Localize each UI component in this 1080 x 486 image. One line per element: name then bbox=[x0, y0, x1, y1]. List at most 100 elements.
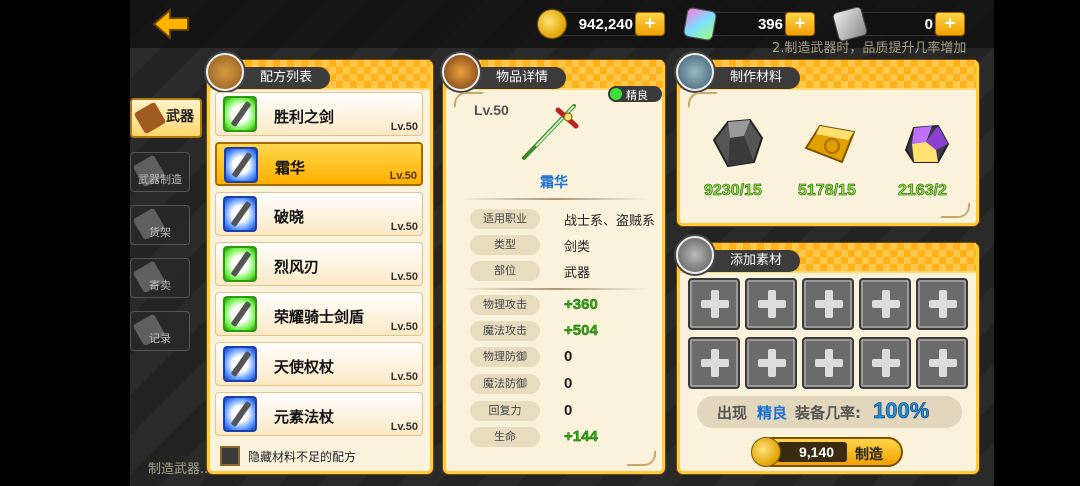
recipe-level: Lv.50 bbox=[390, 321, 418, 333]
corner-flourish bbox=[688, 92, 718, 108]
info-label: 部位 bbox=[470, 261, 540, 281]
add-ticket-button[interactable]: + bbox=[935, 12, 965, 36]
stat-value: +504 bbox=[564, 322, 598, 339]
separator bbox=[460, 288, 650, 290]
recipe-item[interactable]: 天使权杖 Lv.50 bbox=[215, 342, 423, 386]
stat-row: 魔法攻击 +504 bbox=[452, 320, 657, 342]
recipe-level: Lv.50 bbox=[390, 221, 418, 233]
ore-icon bbox=[712, 118, 764, 168]
back-arrow-icon bbox=[152, 7, 189, 41]
crossed-swords-icon bbox=[206, 53, 244, 91]
stat-label: 物理防御 bbox=[470, 347, 540, 367]
recipe-name: 元素法杖 bbox=[274, 408, 335, 426]
material-slot[interactable] bbox=[688, 278, 740, 330]
stat-row: 物理防御 0 bbox=[452, 346, 657, 368]
gem-value: 396 bbox=[757, 16, 783, 33]
recipe-level: Lv.50 bbox=[390, 421, 418, 433]
stat-value: 0 bbox=[564, 375, 573, 392]
background-hint-bottom: 制造武器... bbox=[148, 462, 213, 477]
recipe-item[interactable]: 破晓 Lv.50 bbox=[215, 192, 423, 236]
gem-icon bbox=[682, 6, 718, 42]
material-slot[interactable] bbox=[859, 278, 911, 330]
recipe-name: 胜利之剑 bbox=[274, 108, 335, 126]
stat-label: 生命 bbox=[470, 427, 540, 447]
staff-recipe-icon bbox=[223, 396, 257, 432]
odds-quality: 精良 bbox=[757, 404, 788, 422]
info-row: 类型 剑类 bbox=[452, 234, 657, 256]
stat-row: 回复力 0 bbox=[452, 400, 657, 422]
info-value: 战士系、盗贼系 bbox=[564, 214, 656, 229]
info-row: 适用职业 战士系、盗贼系 bbox=[452, 208, 657, 230]
tab-consign-label: 寄卖 bbox=[149, 279, 171, 292]
material-slot[interactable] bbox=[745, 278, 797, 330]
back-button[interactable] bbox=[152, 7, 192, 41]
tab-weapon-crafting[interactable]: 武器制造 bbox=[130, 152, 190, 192]
background-hint: 2.制造武器时，品质提升几率增加 bbox=[772, 41, 967, 56]
recipe-name: 霜华 bbox=[275, 159, 306, 177]
stat-label: 魔法防御 bbox=[470, 374, 540, 394]
quality-gem-icon bbox=[610, 88, 622, 100]
tab-shelf[interactable]: 货架 bbox=[130, 205, 190, 245]
material-slot[interactable] bbox=[802, 337, 854, 389]
info-value: 武器 bbox=[564, 266, 591, 281]
recipe-name: 荣耀骑士剑盾 bbox=[274, 308, 365, 326]
odds-value: 100% bbox=[873, 398, 930, 424]
stat-value: +144 bbox=[564, 428, 598, 445]
craft-label: 制造 bbox=[855, 447, 883, 463]
add-gem-button[interactable]: + bbox=[785, 12, 815, 36]
quality-label: 精良 bbox=[626, 89, 648, 102]
frost-sword-icon bbox=[522, 104, 579, 160]
material-slot[interactable] bbox=[916, 278, 968, 330]
tab-weapon-crafting-label: 武器制造 bbox=[138, 173, 182, 186]
material-count: 2163/2 bbox=[898, 182, 948, 200]
recipe-item-selected[interactable]: 霜华 Lv.50 bbox=[215, 142, 423, 186]
stat-row: 生命 +144 bbox=[452, 426, 657, 448]
gold-value: 942,240 bbox=[578, 16, 633, 33]
sword-icon bbox=[133, 101, 167, 135]
sword-recipe-icon bbox=[224, 147, 258, 183]
recipe-level: Lv.50 bbox=[389, 170, 417, 182]
tab-consign[interactable]: 寄卖 bbox=[130, 258, 190, 298]
gold-coin-icon bbox=[537, 9, 567, 39]
recipe-level: Lv.50 bbox=[390, 371, 418, 383]
recipe-name: 烈风刃 bbox=[274, 258, 320, 276]
stat-row: 魔法防御 0 bbox=[452, 373, 657, 395]
game-screen: 2.制造武器时，品质提升几率增加 制造武器... 942,240 + 396 +… bbox=[0, 0, 1080, 486]
gold-coin-icon bbox=[751, 437, 781, 467]
odds-label: 装备几率: bbox=[795, 404, 861, 422]
material-slot[interactable] bbox=[688, 337, 740, 389]
sword-recipe-icon bbox=[223, 196, 257, 232]
tab-shelf-label: 货架 bbox=[149, 226, 171, 239]
recipe-level: Lv.50 bbox=[390, 271, 418, 283]
material-slot[interactable] bbox=[916, 337, 968, 389]
material-slot[interactable] bbox=[745, 337, 797, 389]
info-label: 适用职业 bbox=[470, 209, 540, 229]
craft-button[interactable]: 9,140 制造 bbox=[751, 437, 903, 467]
material-slot[interactable] bbox=[802, 278, 854, 330]
material-slot[interactable] bbox=[859, 337, 911, 389]
info-value: 剑类 bbox=[564, 240, 591, 255]
item-level: Lv.50 bbox=[474, 102, 509, 118]
recipe-item[interactable]: 元素法杖 Lv.50 bbox=[215, 392, 423, 436]
tab-records[interactable]: 记录 bbox=[130, 311, 190, 351]
quality-odds-bar: 出现 精良 装备几率: 100% bbox=[697, 396, 962, 428]
craft-cost: 9,140 bbox=[799, 444, 835, 460]
crystal-icon bbox=[904, 124, 950, 163]
fox-icon bbox=[442, 53, 480, 91]
item-name: 霜华 bbox=[540, 175, 568, 191]
recipe-item[interactable]: 荣耀骑士剑盾 Lv.50 bbox=[215, 292, 423, 336]
info-label: 类型 bbox=[470, 235, 540, 255]
recipe-item[interactable]: 烈风刃 Lv.50 bbox=[215, 242, 423, 286]
tab-weapon-label: 武器 bbox=[166, 109, 194, 125]
stat-row: 物理攻击 +360 bbox=[452, 294, 657, 316]
recipe-item[interactable]: 胜利之剑 Lv.50 bbox=[215, 92, 423, 136]
separator bbox=[460, 198, 650, 200]
hide-insufficient-label: 隐藏材料不足的配方 bbox=[248, 450, 357, 464]
add-gold-button[interactable]: + bbox=[635, 12, 665, 36]
gem-counter: 396 + bbox=[682, 6, 815, 42]
stat-value: 0 bbox=[564, 348, 573, 365]
tab-weapon[interactable]: 武器 bbox=[130, 98, 202, 138]
stat-value: +360 bbox=[564, 296, 598, 313]
hide-insufficient-checkbox[interactable] bbox=[220, 446, 240, 466]
sword-recipe-icon bbox=[223, 96, 257, 132]
